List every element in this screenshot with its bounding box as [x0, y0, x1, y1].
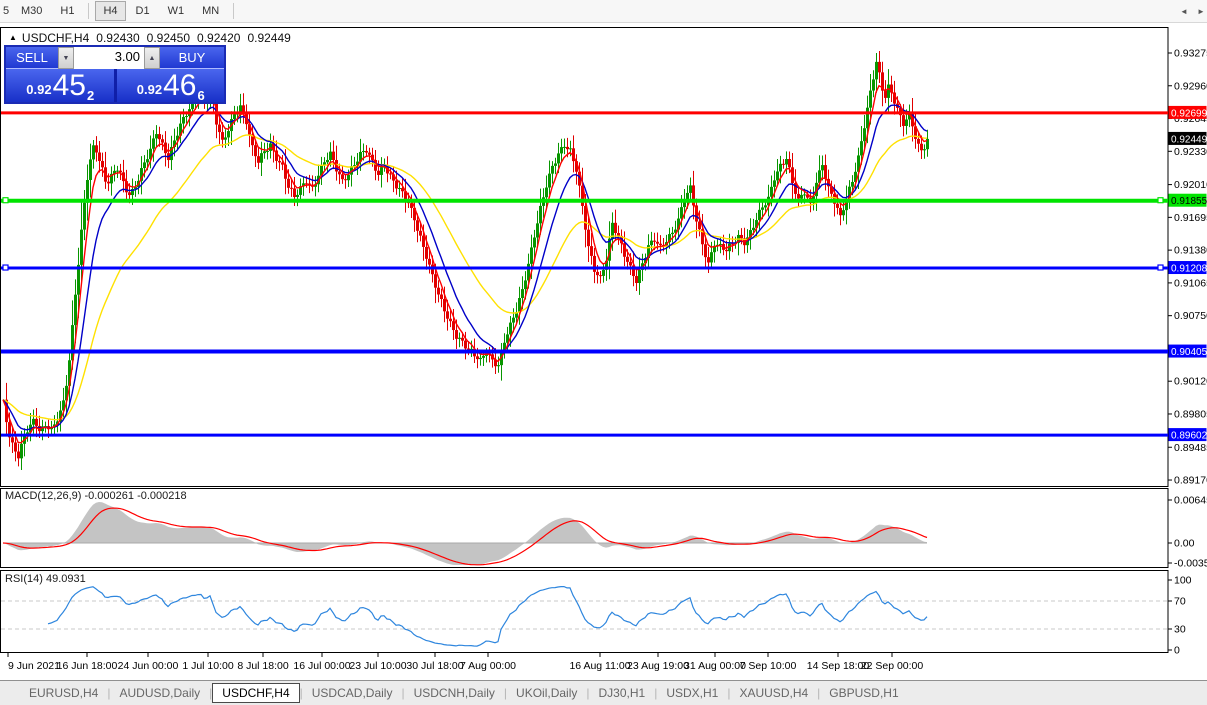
chart-title: ▲ USDCHF,H4 0.92430 0.92450 0.92420 0.92…: [9, 31, 291, 45]
buy-button[interactable]: BUY: [160, 47, 224, 69]
price-tick-label: 0.89805: [1174, 408, 1207, 420]
chart-tab-gbpusd[interactable]: GBPUSD,H1: [820, 683, 907, 703]
time-tick-label: 23 Jul 10:00: [349, 660, 406, 672]
macd-axis-label: 0.00: [1174, 538, 1195, 550]
level-price-badge-text: 0.91208: [1171, 264, 1207, 275]
time-tick-label: 16 Jul 00:00: [293, 660, 350, 672]
level-handle[interactable]: [3, 265, 8, 270]
time-tick-label: 16 Aug 11:00: [569, 660, 630, 672]
macd-indicator-label: MACD(12,26,9) -0.000261 -0.000218: [5, 490, 187, 502]
sell-price-prefix: 0.92: [26, 82, 51, 97]
ohlc-close: 0.92449: [247, 31, 290, 45]
chart-tab-usdx[interactable]: USDX,H1: [657, 683, 727, 703]
ohlc-high: 0.92450: [147, 31, 190, 45]
time-tick-label: 9 Jun 2021: [8, 660, 60, 672]
price-axis: 0.932750.929600.926450.923300.920100.916…: [1168, 48, 1207, 657]
time-tick-label: 30 Jul 18:00: [406, 660, 463, 672]
timeframe-button-h1[interactable]: H1: [52, 1, 82, 21]
chart-canvas[interactable]: 0.93275 0.92960 0.92 6 45 0.92330 0.92010 0.916…: [0, 24, 1207, 680]
rsi-panel-frame: [1, 571, 1169, 653]
current-price-badge-text: 0.92449: [1171, 134, 1207, 145]
toolbar-separator: [88, 3, 89, 19]
horizontal-levels[interactable]: [1, 113, 1168, 435]
volume-input[interactable]: 3.00: [74, 47, 144, 69]
volume-increase-button[interactable]: ▲: [144, 47, 160, 69]
chart-tab-usdchf[interactable]: USDCHF,H4: [212, 683, 299, 703]
sell-price-pip: 2: [87, 88, 94, 103]
one-click-trading-panel: SELL ▼ 3.00 ▲ BUY 0.92 45 2 0.92 46 6: [4, 45, 226, 104]
level-price-badge-text: 0.92699: [1171, 108, 1207, 119]
moving-average-line: [3, 86, 927, 443]
ohlc-low: 0.92420: [197, 31, 240, 45]
price-tick-label: 0.92960: [1174, 80, 1207, 92]
sell-price-main: 45: [53, 71, 86, 101]
buy-price-prefix: 0.92: [137, 82, 162, 97]
price-tick-label: 0.89170: [1174, 475, 1207, 487]
toolbar-separator: [233, 3, 234, 19]
price-tick-label: 0.91380: [1174, 245, 1207, 257]
level-price-badge-text: 0.91855: [1171, 196, 1207, 207]
level-handle[interactable]: [1158, 198, 1163, 203]
price-tick-label: 0.91065: [1174, 277, 1207, 289]
chart-tab-xauusd[interactable]: XAUUSD,H4: [730, 683, 817, 703]
buy-price-main: 46: [163, 71, 196, 101]
chart-tab-usdcad[interactable]: USDCAD,Daily: [303, 683, 402, 703]
price-tick-label: 0.90120: [1174, 376, 1207, 388]
price-tick-label: 0.89485: [1174, 442, 1207, 454]
time-tick-label: 24 Jun 00:00: [118, 660, 179, 672]
timeframe-button-m30[interactable]: M30: [13, 1, 50, 21]
sell-price-display[interactable]: 0.92 45 2: [6, 69, 114, 102]
rsi-line: [48, 587, 927, 647]
timeframe-button-h4[interactable]: H4: [95, 1, 125, 21]
tab-scroll-right-icon[interactable]: ►: [1197, 7, 1205, 16]
rsi-axis-label: 70: [1174, 596, 1186, 608]
price-tick-label: 0.90750: [1174, 310, 1207, 322]
chart-tab-eurusd[interactable]: EURUSD,H4: [20, 683, 107, 703]
volume-decrease-button[interactable]: ▼: [58, 47, 74, 69]
chart-collapse-icon: ▲: [9, 33, 17, 42]
price-tick-label: 0.91695: [1174, 212, 1207, 224]
macd-histogram: [3, 502, 927, 565]
timeframe-toolbar: 5M30H1 H4D1W1MN: [0, 0, 1207, 23]
price-tick-label: 0.92010: [1174, 179, 1207, 191]
buy-price-pip: 6: [197, 88, 204, 103]
time-tick-label: 7 Sep 10:00: [740, 660, 797, 672]
level-handle[interactable]: [3, 198, 8, 203]
time-axis: 9 Jun 202116 Jun 18:0024 Jun 00:001 Jul …: [8, 653, 923, 672]
macd-axis-label: 0.006451: [1174, 495, 1207, 507]
tab-scroll-left-icon[interactable]: ◄: [1180, 7, 1188, 16]
mt4-window: 5M30H1H4D1W1MN 0.932750.929600.926450.92…: [0, 0, 1207, 705]
timeframe-button-w1[interactable]: W1: [160, 1, 193, 21]
time-tick-label: 7 Aug 00:00: [460, 660, 516, 672]
price-tick-label: 0.92330: [1174, 146, 1207, 158]
time-tick-label: 23 Aug 19:00: [627, 660, 689, 672]
rsi-indicator-label: RSI(14) 49.0931: [5, 573, 86, 585]
timeframe-button-mn[interactable]: MN: [194, 1, 227, 21]
sell-button[interactable]: SELL: [6, 47, 58, 69]
chart-tab-audusd[interactable]: AUDUSD,Daily: [110, 683, 209, 703]
time-tick-label: 16 Jun 18:00: [57, 660, 118, 672]
time-tick-label: 31 Aug 00:00: [684, 660, 746, 672]
chart-tab-bar: EURUSD,H4|AUDUSD,Daily|USDCHF,H4|USDCAD,…: [0, 680, 1207, 705]
chart-tab-ukoil[interactable]: UKOil,Daily: [507, 683, 586, 703]
level-handle[interactable]: [1158, 265, 1163, 270]
time-tick-label: 22 Sep 00:00: [861, 660, 924, 672]
level-price-badge-text: 0.89602: [1171, 431, 1207, 442]
chart-tab-usdcnh[interactable]: USDCNH,Daily: [405, 683, 504, 703]
rsi-axis-label: 30: [1174, 624, 1186, 636]
time-tick-label: 1 Jul 10:00: [182, 660, 234, 672]
buy-price-display[interactable]: 0.92 46 6: [117, 69, 225, 102]
timeframe-button-d1[interactable]: D1: [128, 1, 158, 21]
price-tick-label: 0.93275: [1174, 48, 1207, 60]
ohlc-open: 0.92430: [96, 31, 139, 45]
chart-tab-dj30[interactable]: DJ30,H1: [590, 683, 655, 703]
rsi-axis-label: 0: [1174, 645, 1180, 657]
rsi-axis-label: 100: [1174, 575, 1192, 587]
time-tick-label: 8 Jul 18:00: [237, 660, 289, 672]
timeframe-button-5[interactable]: 5: [1, 1, 11, 21]
macd-axis-label: -0.003507: [1174, 558, 1207, 570]
chart-symbol: USDCHF,H4: [22, 31, 89, 45]
level-price-badge-text: 0.90405: [1171, 347, 1207, 358]
